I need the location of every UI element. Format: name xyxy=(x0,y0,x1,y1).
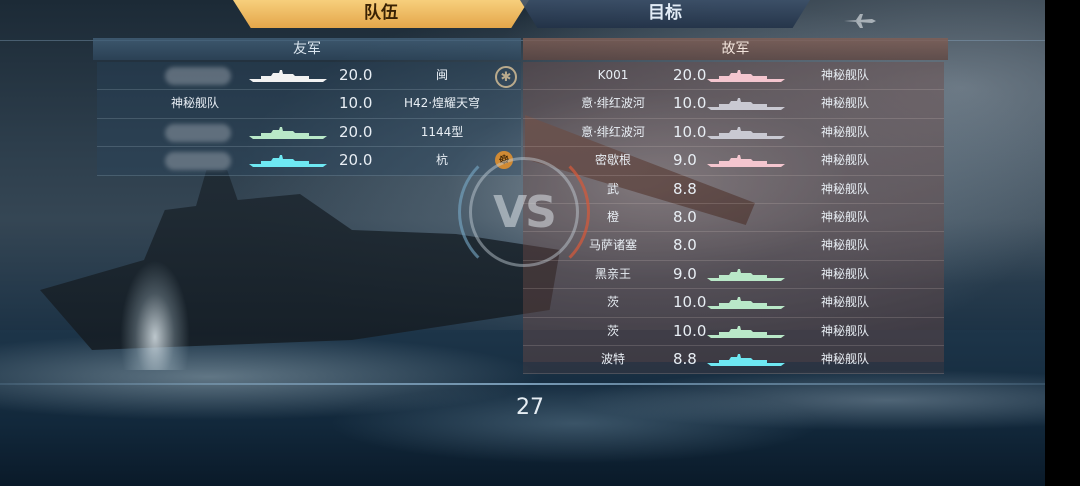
ship-name: K001 xyxy=(597,68,629,82)
plane-icon xyxy=(844,14,876,28)
ship-name: H42·煌耀天穹 xyxy=(403,96,481,111)
tab-team[interactable]: 队伍 xyxy=(233,0,529,28)
ship-silhouette-icon xyxy=(249,155,327,168)
countdown-timer: 27 xyxy=(516,395,544,420)
ship-silhouette-icon xyxy=(707,155,785,168)
enemy-row[interactable]: 密歇根 9.0 神秘舰队 xyxy=(523,147,944,176)
ship-silhouette-icon xyxy=(249,126,327,139)
enemy-row[interactable]: 茨 10.0 神秘舰队 xyxy=(523,289,944,318)
power-value: 9.0 xyxy=(673,151,697,170)
enemy-row[interactable]: K001 20.0 神秘舰队 xyxy=(523,62,944,91)
hidden-player-name xyxy=(165,152,231,171)
ship-name: 密歇根 xyxy=(594,153,631,168)
fleet-name: 神秘舰队 xyxy=(821,124,870,139)
water-splash xyxy=(120,260,190,370)
ship-name: 黑亲王 xyxy=(594,266,631,281)
fleet-name: 神秘舰队 xyxy=(821,351,870,366)
ship-silhouette-icon xyxy=(707,268,785,281)
enemy-row[interactable]: 马萨诸塞 8.0 神秘舰队 xyxy=(523,232,944,261)
power-value: 10.0 xyxy=(673,94,707,113)
fleet-name: 神秘舰队 xyxy=(821,295,870,310)
power-value: 8.8 xyxy=(673,179,697,198)
ship-silhouette-icon xyxy=(707,297,785,310)
hidden-player-name xyxy=(165,67,231,85)
ally-row[interactable]: 20.0 杭 ☸ xyxy=(97,147,521,176)
ship-name: 波特 xyxy=(600,351,625,366)
fleet-name: 神秘舰队 xyxy=(821,68,870,82)
enemy-row[interactable]: 波特 8.8 神秘舰队 xyxy=(523,345,944,375)
power-value: 10.0 xyxy=(673,321,707,340)
enemy-row[interactable]: 黑亲王 9.0 神秘舰队 xyxy=(523,260,944,290)
screen-edge xyxy=(1045,0,1080,486)
ship-name: 意·绯红波河 xyxy=(581,96,645,111)
fleet-name: 神秘舰队 xyxy=(821,181,870,196)
ally-row[interactable]: 神秘舰队 10.0 H42·煌耀天穹 xyxy=(97,90,521,119)
fleet-name: 神秘舰队 xyxy=(821,266,870,281)
fleet-name: 神秘舰队 xyxy=(821,209,870,224)
enemy-row[interactable]: 茨 10.0 神秘舰队 xyxy=(523,317,944,346)
ship-silhouette-icon xyxy=(707,98,785,111)
ship-silhouette-icon xyxy=(249,70,327,82)
ally-row[interactable]: 20.0 1144型 xyxy=(97,118,521,148)
hidden-player-name xyxy=(165,123,231,142)
power-value: 10.0 xyxy=(673,293,707,312)
power-value: 9.0 xyxy=(673,264,697,283)
ship-silhouette-icon xyxy=(707,353,785,366)
tab-target[interactable]: 目标 xyxy=(520,0,810,28)
ship-name: 茨 xyxy=(606,323,619,338)
power-value: 8.0 xyxy=(673,207,697,226)
fleet-name: 神秘舰队 xyxy=(821,323,870,338)
power-value: 8.8 xyxy=(673,349,697,368)
ship-name: 茨 xyxy=(606,295,619,310)
ally-row[interactable]: 20.0 闽 ✱ xyxy=(97,62,521,91)
gear-icon: ✱ xyxy=(495,66,517,88)
ship-silhouette-icon xyxy=(707,325,785,338)
ship-silhouette-icon xyxy=(707,126,785,139)
enemy-row[interactable]: 意·绯红波河 10.0 神秘舰队 xyxy=(523,90,944,119)
vs-emblem: VS xyxy=(469,157,579,267)
ship-name: 意·绯红波河 xyxy=(581,124,645,139)
player-name: 神秘舰队 xyxy=(171,96,220,111)
ship-name: 1144型 xyxy=(420,124,464,139)
power-value: 8.0 xyxy=(673,236,697,255)
enemy-row[interactable]: 意·绯红波河 10.0 神秘舰队 xyxy=(523,118,944,148)
enemy-header: 故军 xyxy=(523,38,948,60)
fleet-name: 神秘舰队 xyxy=(821,238,870,253)
ally-header: 友军 xyxy=(93,38,521,60)
fleet-name: 神秘舰队 xyxy=(821,153,870,168)
bottom-divider xyxy=(0,383,1045,385)
power-value: 20.0 xyxy=(673,66,707,84)
ally-list: 20.0 闽 ✱ 神秘舰队 10.0 H42·煌耀天穹 20.0 1144型 20.0 杭 ☸ xyxy=(97,62,521,176)
power-value: 10.0 xyxy=(673,122,707,141)
ship-silhouette-icon xyxy=(707,70,785,82)
fleet-name: 神秘舰队 xyxy=(821,96,870,111)
